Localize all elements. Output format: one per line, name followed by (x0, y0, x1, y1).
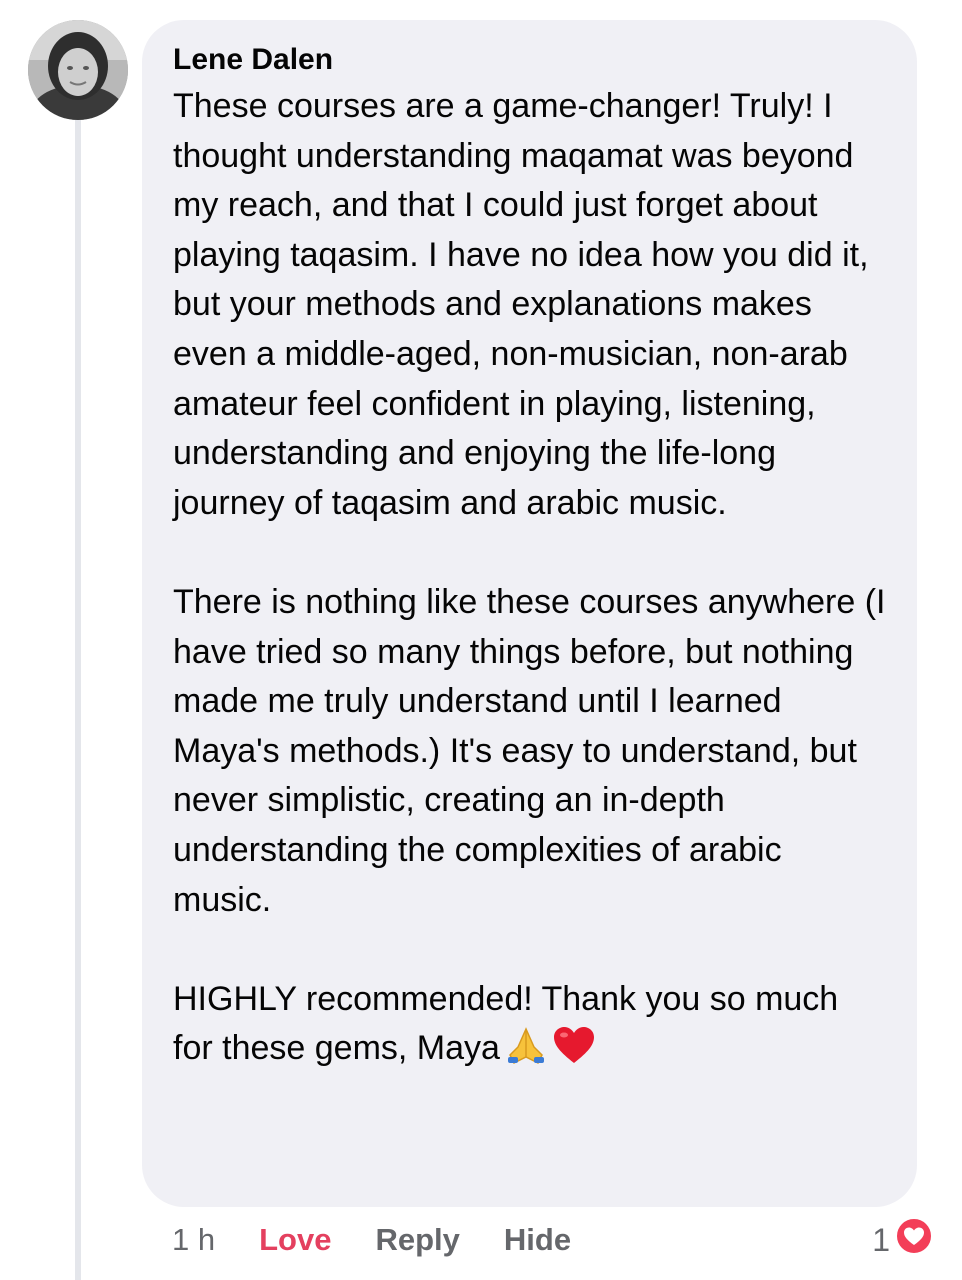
avatar[interactable] (28, 20, 128, 120)
comment-author[interactable]: Lene Dalen (173, 42, 887, 78)
love-reaction-icon (894, 1216, 934, 1264)
comment-body: These courses are a game-changer! Truly!… (173, 82, 887, 1080)
red-heart-icon (552, 1025, 596, 1080)
love-button[interactable]: Love (259, 1222, 331, 1258)
hide-button[interactable]: Hide (504, 1222, 571, 1258)
reply-button[interactable]: Reply (375, 1222, 459, 1258)
folded-hands-icon (506, 1027, 546, 1080)
comment-paragraph-3: HIGHLY recommended! Thank you so much fo… (173, 975, 887, 1080)
comment-actions: 1 h Love Reply Hide (172, 1218, 571, 1262)
comment-paragraph-2: There is nothing like these courses anyw… (173, 582, 886, 919)
thread-line (75, 120, 81, 1280)
comment-timestamp[interactable]: 1 h (172, 1222, 215, 1258)
reaction-count: 1 (872, 1221, 890, 1258)
comment-bubble: Lene Dalen These courses are a game-chan… (142, 20, 917, 1207)
reaction-summary[interactable]: 1 (872, 1216, 934, 1264)
comment-paragraph-1: These courses are a game-changer! Truly!… (173, 87, 869, 522)
avatar-photo (28, 20, 128, 120)
